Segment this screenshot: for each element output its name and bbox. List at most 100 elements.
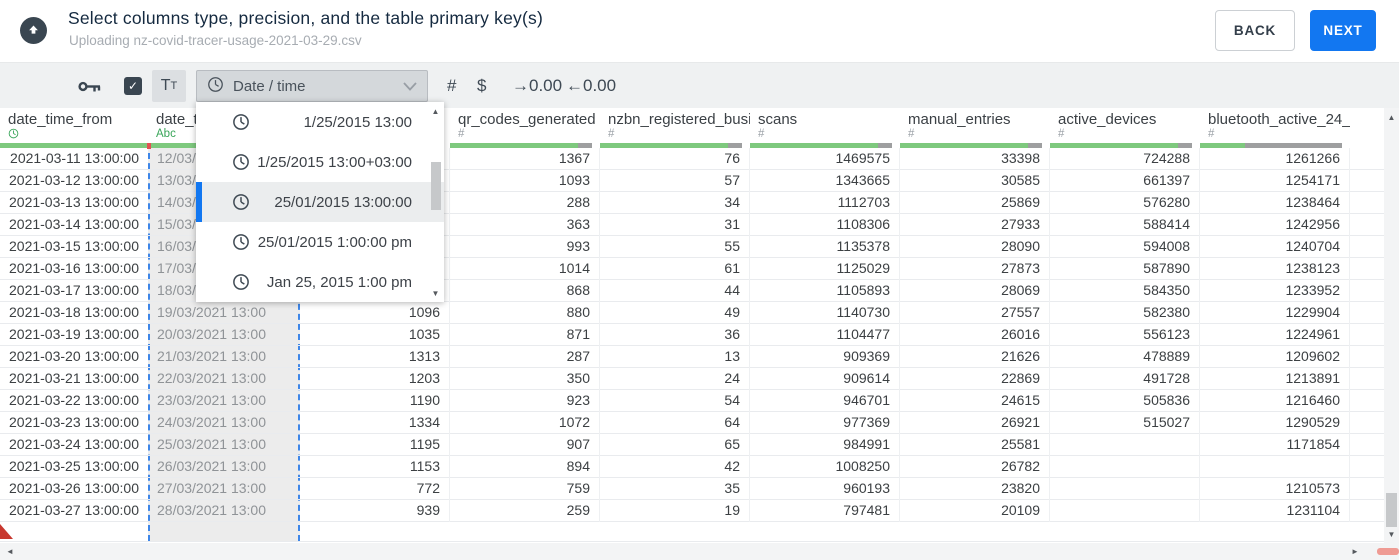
scroll-right-icon[interactable]: ► xyxy=(1348,543,1362,560)
table-cell: 28090 xyxy=(900,236,1050,258)
table-cell: 880 xyxy=(450,302,600,324)
table-cell: 939 xyxy=(300,500,450,522)
datetime-format-label: Jan 25, 2015 1:00 pm xyxy=(266,273,412,291)
table-cell: 76 xyxy=(600,148,750,170)
table-cell: 661397 xyxy=(1050,170,1200,192)
table-cell: 1313 xyxy=(300,346,450,368)
table-cell: 2021-03-18 13:00:00 xyxy=(9,304,139,320)
table-cell: 1190 xyxy=(300,390,450,412)
column-header-manual_entries[interactable]: manual_entries # xyxy=(900,108,1050,143)
vertical-scrollbar[interactable]: ▲ ▼ xyxy=(1384,108,1399,543)
table-cell: 1216460 xyxy=(1200,390,1350,412)
table-cell: 894 xyxy=(450,456,600,478)
checked-checkbox-icon: ✓ xyxy=(124,77,142,95)
table-cell: 923 xyxy=(450,390,600,412)
table-cell: 1072 xyxy=(450,412,600,434)
table-cell: 19 xyxy=(600,500,750,522)
table-cell: 2021-03-11 13:00:00 xyxy=(10,150,139,166)
text-type-button[interactable]: TT xyxy=(152,70,186,102)
table-row: 2021-03-18 13:00:00 19/03/2021 13:00 1096 8… xyxy=(0,302,1384,324)
column-name: nzbn_registered_busine xyxy=(608,111,750,128)
horizontal-scrollbar[interactable]: ◄ ► xyxy=(0,543,1399,560)
table-row: 2021-03-19 13:00:00 20/03/2021 13:00 1035 8… xyxy=(0,324,1384,346)
column-type-glyph: # xyxy=(608,128,615,140)
table-cell: 26921 xyxy=(900,412,1050,434)
horizontal-scrollbar-thumb[interactable] xyxy=(1377,548,1399,555)
table-cell: 2021-03-20 13:00:00 xyxy=(9,348,139,364)
dropdown-scrollbar[interactable]: ▲ ▼ xyxy=(428,104,443,300)
next-button[interactable]: NEXT xyxy=(1310,10,1376,51)
dropdown-scrollbar-thumb[interactable] xyxy=(431,162,441,210)
datetime-format-option[interactable]: 25/01/2015 13:00:00 xyxy=(196,182,444,222)
column-header-qr_codes_generated[interactable]: qr_codes_generated # xyxy=(450,108,600,143)
column-header-nzbn_registered_busine[interactable]: nzbn_registered_busine# xyxy=(600,108,750,143)
boolean-type-button[interactable]: ✓ xyxy=(124,63,142,109)
column-header-date_time_from[interactable]: date_time_from xyxy=(0,108,148,143)
table-cell: 1242956 xyxy=(1200,214,1350,236)
table-cell: 587890 xyxy=(1050,258,1200,280)
scroll-down-icon[interactable]: ▼ xyxy=(428,286,443,300)
table-cell: 1195 xyxy=(300,434,450,456)
column-header-bluetooth_active_24_hr_[interactable]: bluetooth_active_24_hr_# xyxy=(1200,108,1350,143)
datetime-format-option[interactable]: 1/25/2015 13:00 xyxy=(196,102,444,142)
column-type-bar xyxy=(1050,143,1200,148)
clock-icon xyxy=(232,113,250,131)
vertical-scrollbar-thumb[interactable] xyxy=(1386,493,1397,527)
currency-type-button[interactable]: $ xyxy=(477,63,486,109)
integer-type-button[interactable]: # xyxy=(447,63,456,109)
table-cell: 23/03/2021 13:00 xyxy=(157,392,266,408)
table-cell: 1231104 xyxy=(1200,500,1350,522)
table-cell: 1112703 xyxy=(750,192,900,214)
table-cell: 960193 xyxy=(750,478,900,500)
scroll-up-icon[interactable]: ▲ xyxy=(428,104,443,118)
table-cell: 259 xyxy=(450,500,600,522)
table-cell: 868 xyxy=(450,280,600,302)
primary-key-button[interactable] xyxy=(78,63,102,109)
scroll-down-icon[interactable]: ▼ xyxy=(1384,527,1399,541)
increase-precision-button[interactable]: →0.00 xyxy=(512,63,562,109)
column-name: bluetooth_active_24_hr_ xyxy=(1208,111,1350,128)
table-cell: 2021-03-16 13:00:00 xyxy=(9,260,139,276)
overflow-corner-icon xyxy=(0,524,13,544)
table-cell: 24 xyxy=(600,368,750,390)
table-cell: 1203 xyxy=(300,368,450,390)
clock-icon xyxy=(232,273,250,291)
table-cell: 909614 xyxy=(750,368,900,390)
table-cell: 26016 xyxy=(900,324,1050,346)
datetime-type-select[interactable]: Date / time xyxy=(196,70,428,102)
datetime-format-label: 1/25/2015 13:00+03:00 xyxy=(257,153,412,171)
table-cell: 1209602 xyxy=(1200,346,1350,368)
clock-icon xyxy=(232,233,250,251)
datetime-type-select-value: Date / time xyxy=(233,77,306,95)
scroll-left-icon[interactable]: ◄ xyxy=(3,543,17,560)
table-cell: 1105893 xyxy=(750,280,900,302)
table-cell: 1140730 xyxy=(750,302,900,324)
datetime-format-option[interactable]: Jan 25, 2015 1:00 pm xyxy=(196,262,444,302)
table-cell: 22/03/2021 13:00 xyxy=(157,370,266,386)
table-cell: 1224961 xyxy=(1200,324,1350,346)
column-type-bar xyxy=(0,143,148,148)
table-row: 2021-03-25 13:00:00 26/03/2021 13:00 1153 8… xyxy=(0,456,1384,478)
table-cell: 2021-03-26 13:00:00 xyxy=(9,480,139,496)
column-type-bar xyxy=(600,143,750,148)
table-cell: 27933 xyxy=(900,214,1050,236)
back-button[interactable]: BACK xyxy=(1215,10,1295,51)
scroll-up-icon[interactable]: ▲ xyxy=(1384,110,1399,124)
clock-icon xyxy=(207,76,224,97)
table-cell: 42 xyxy=(600,456,750,478)
column-header-scans[interactable]: scans # xyxy=(750,108,900,143)
column-type-glyph: # xyxy=(458,128,465,140)
table-cell: 34 xyxy=(600,192,750,214)
table-cell: 31 xyxy=(600,214,750,236)
table-cell: 25581 xyxy=(900,434,1050,456)
table-cell: 909369 xyxy=(750,346,900,368)
decrease-precision-button[interactable]: ←0.00 xyxy=(566,63,616,109)
datetime-format-option[interactable]: 25/01/2015 1:00:00 pm xyxy=(196,222,444,262)
table-cell: 2021-03-24 13:00:00 xyxy=(9,436,139,452)
table-cell: 1125029 xyxy=(750,258,900,280)
datetime-format-option[interactable]: 1/25/2015 13:00+03:00 xyxy=(196,142,444,182)
table-cell: 26782 xyxy=(900,456,1050,478)
table-cell: 2021-03-19 13:00:00 xyxy=(9,326,139,342)
column-header-active_devices[interactable]: active_devices # xyxy=(1050,108,1200,143)
table-cell: 1171854 xyxy=(1200,434,1350,456)
